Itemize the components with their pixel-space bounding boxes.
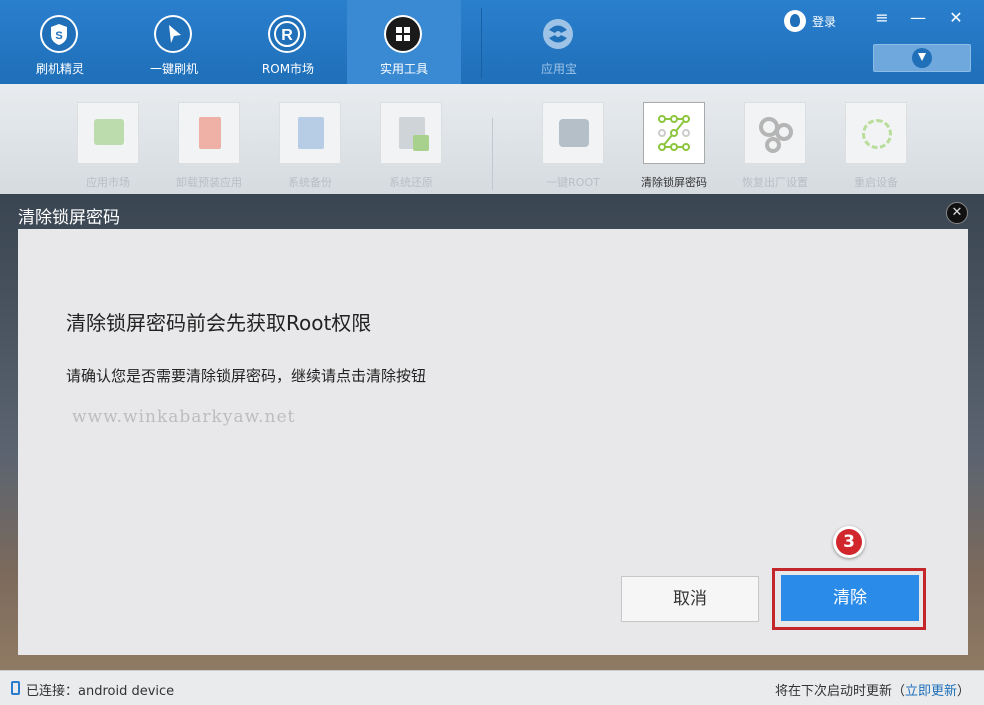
update-text: 将在下次启动时更新（	[774, 684, 905, 699]
tool-app-market[interactable]: 应用市场	[68, 102, 148, 190]
phone-icon	[11, 681, 20, 695]
tool-label: 重启设备	[854, 176, 898, 189]
svg-text:R: R	[281, 27, 293, 44]
store-bag-icon	[94, 119, 124, 145]
download-button[interactable]	[873, 44, 971, 72]
dialog-heading: 清除锁屏密码前会先获取Root权限	[66, 311, 372, 335]
reboot-icon	[862, 119, 892, 149]
nav-item-app-store[interactable]: 应用宝	[502, 0, 616, 84]
tool-label: 卸载预装应用	[176, 176, 242, 189]
tool-label: 一键ROOT	[546, 176, 600, 189]
appstore-icon	[539, 15, 577, 53]
trash-icon	[199, 117, 221, 149]
step-number: 3	[836, 529, 862, 555]
nav-label: 应用宝	[540, 62, 577, 76]
restore-icon	[399, 117, 429, 151]
nav-item-flash-genie[interactable]: S 刷机精灵	[3, 0, 117, 84]
nav-label: 实用工具	[379, 62, 428, 76]
dialog-description: 请确认您是否需要清除锁屏密码，继续请点击清除按钮	[66, 367, 427, 385]
dialog-body: 清除锁屏密码前会先获取Root权限 请确认您是否需要清除锁屏密码，继续请点击清除…	[18, 229, 968, 655]
toolbar-divider	[492, 118, 493, 190]
nav-item-one-key-flash[interactable]: 一键刷机	[117, 0, 231, 84]
update-notice: 将在下次启动时更新（立即更新）	[775, 680, 970, 699]
download-icon	[912, 48, 932, 68]
grid-icon	[384, 15, 422, 53]
tool-system-backup[interactable]: 系统备份	[270, 102, 350, 190]
step-badge: 3	[833, 526, 865, 558]
nav-divider	[481, 8, 482, 78]
login-button[interactable]: 登录	[784, 10, 836, 32]
minimize-icon[interactable]: —	[908, 8, 928, 27]
nav-label: ROM市场	[261, 62, 315, 76]
tool-label: 系统还原	[389, 176, 433, 189]
gears-icon	[744, 102, 806, 164]
cancel-button[interactable]: 取消	[621, 576, 759, 622]
tool-label: 清除锁屏密码	[641, 176, 707, 189]
watermark-text: www.winkabarkyaw.net	[72, 407, 296, 427]
android-root-icon	[559, 119, 589, 147]
close-window-icon[interactable]: ✕	[946, 8, 966, 27]
tool-label: 恢复出厂设置	[742, 176, 808, 189]
tool-clear-lock-password[interactable]: 清除锁屏密码	[634, 102, 714, 190]
nav-label: 一键刷机	[149, 62, 198, 76]
svg-text:S: S	[55, 30, 62, 42]
r-letter-icon: R	[268, 15, 306, 53]
dialog-close-icon[interactable]: ✕	[946, 202, 968, 224]
nav-item-rom-market[interactable]: R ROM市场	[231, 0, 345, 84]
cursor-icon	[154, 15, 192, 53]
qq-penguin-icon	[784, 10, 806, 32]
tool-reboot-device[interactable]: 重启设备	[836, 102, 916, 190]
status-bar: 已连接：android device 将在下次启动时更新（立即更新）	[0, 670, 984, 705]
top-nav: S 刷机精灵 一键刷机 R ROM市场 实用工具 应用宝 登录 ≡ — ✕	[0, 0, 984, 84]
update-close: ）	[956, 684, 970, 699]
connection-status: 已连接：android device	[26, 684, 175, 699]
clear-button[interactable]: 清除	[781, 575, 919, 621]
tool-system-restore[interactable]: 系统还原	[371, 102, 451, 190]
tool-label: 系统备份	[288, 176, 332, 189]
update-now-link[interactable]: 立即更新	[905, 684, 957, 699]
menu-icon[interactable]: ≡	[872, 8, 892, 27]
login-label: 登录	[812, 14, 837, 29]
backup-icon	[298, 117, 324, 149]
shield-s-icon: S	[40, 15, 78, 53]
tool-uninstall-preinstalled[interactable]: 卸载预装应用	[169, 102, 249, 190]
tool-factory-reset[interactable]: 恢复出厂设置	[735, 102, 815, 190]
tool-one-key-root[interactable]: 一键ROOT	[533, 102, 613, 190]
unlock-pattern-icon	[658, 115, 690, 151]
tool-label: 应用市场	[86, 176, 130, 189]
dialog-title: 清除锁屏密码	[18, 208, 120, 228]
nav-item-utilities[interactable]: 实用工具	[347, 0, 461, 84]
nav-label: 刷机精灵	[35, 62, 84, 76]
